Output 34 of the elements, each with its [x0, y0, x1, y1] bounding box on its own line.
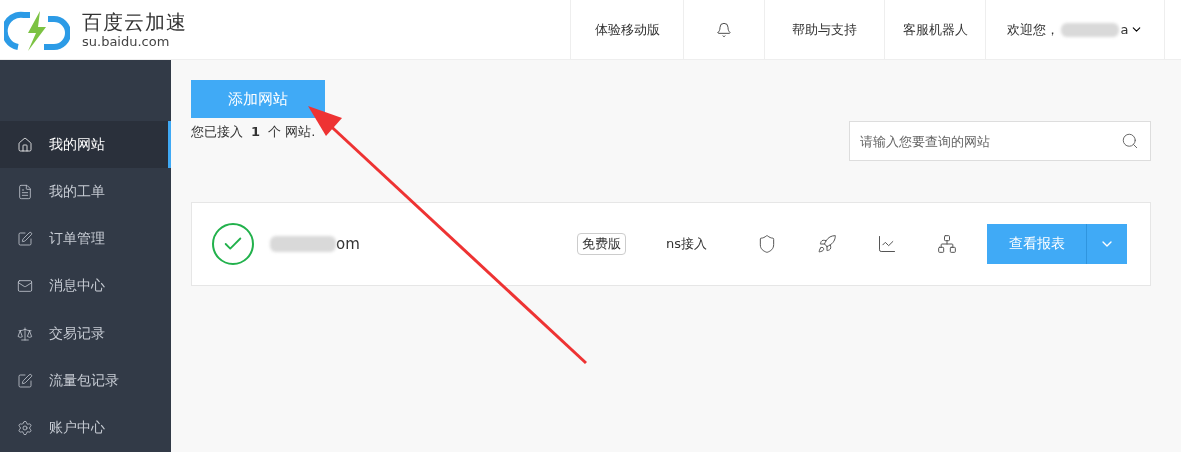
bell-icon[interactable] — [716, 21, 732, 38]
rocket-icon[interactable] — [817, 234, 837, 254]
sidebar-item[interactable]: 消息中心 — [0, 262, 171, 311]
blurred-block — [1060, 22, 1119, 37]
sitemap-icon[interactable] — [937, 234, 957, 254]
sidebar-item[interactable]: 交易记录 — [0, 310, 171, 358]
search-icon[interactable] — [1121, 132, 1139, 150]
nav-link[interactable]: 客服机器人 — [884, 0, 985, 59]
document-icon — [17, 183, 33, 200]
domain-text[interactable]: om — [336, 235, 360, 253]
gear-icon — [17, 420, 33, 437]
sidebar-item[interactable]: 流量包记录 — [0, 357, 171, 405]
blurred-block — [270, 236, 336, 252]
site-count-text: 您已接入 1 个 网站. — [191, 123, 316, 141]
sidebar-item[interactable]: 我的网站 — [0, 121, 171, 169]
sidebar-item[interactable]: 账户中心 — [0, 404, 171, 452]
welcome-text: 欢迎您， — [1006, 20, 1059, 39]
search-field[interactable]: 请输入您要查询的网站 — [849, 121, 1151, 161]
nav-link[interactable]: 体验移动版 — [570, 0, 683, 59]
edit-icon — [17, 231, 33, 248]
plan-tag: 免费版 — [577, 233, 626, 255]
sidebar-item[interactable]: 我的工单 — [0, 168, 171, 216]
line-chart-icon[interactable] — [877, 234, 897, 254]
home-icon — [17, 136, 33, 153]
mail-icon — [17, 278, 33, 295]
username-text[interactable]: a — [1120, 22, 1129, 37]
scale-icon — [17, 325, 33, 342]
edit-icon — [17, 373, 33, 390]
sidebar-item[interactable]: 订单管理 — [0, 215, 171, 263]
nav-link[interactable]: 帮助与支持 — [764, 0, 884, 59]
shield-icon[interactable] — [757, 234, 777, 254]
logo-url: su.baidu.com — [82, 34, 171, 49]
logo-title: 百度云加速 — [82, 10, 187, 34]
access-type-text: ns接入 — [666, 235, 707, 253]
